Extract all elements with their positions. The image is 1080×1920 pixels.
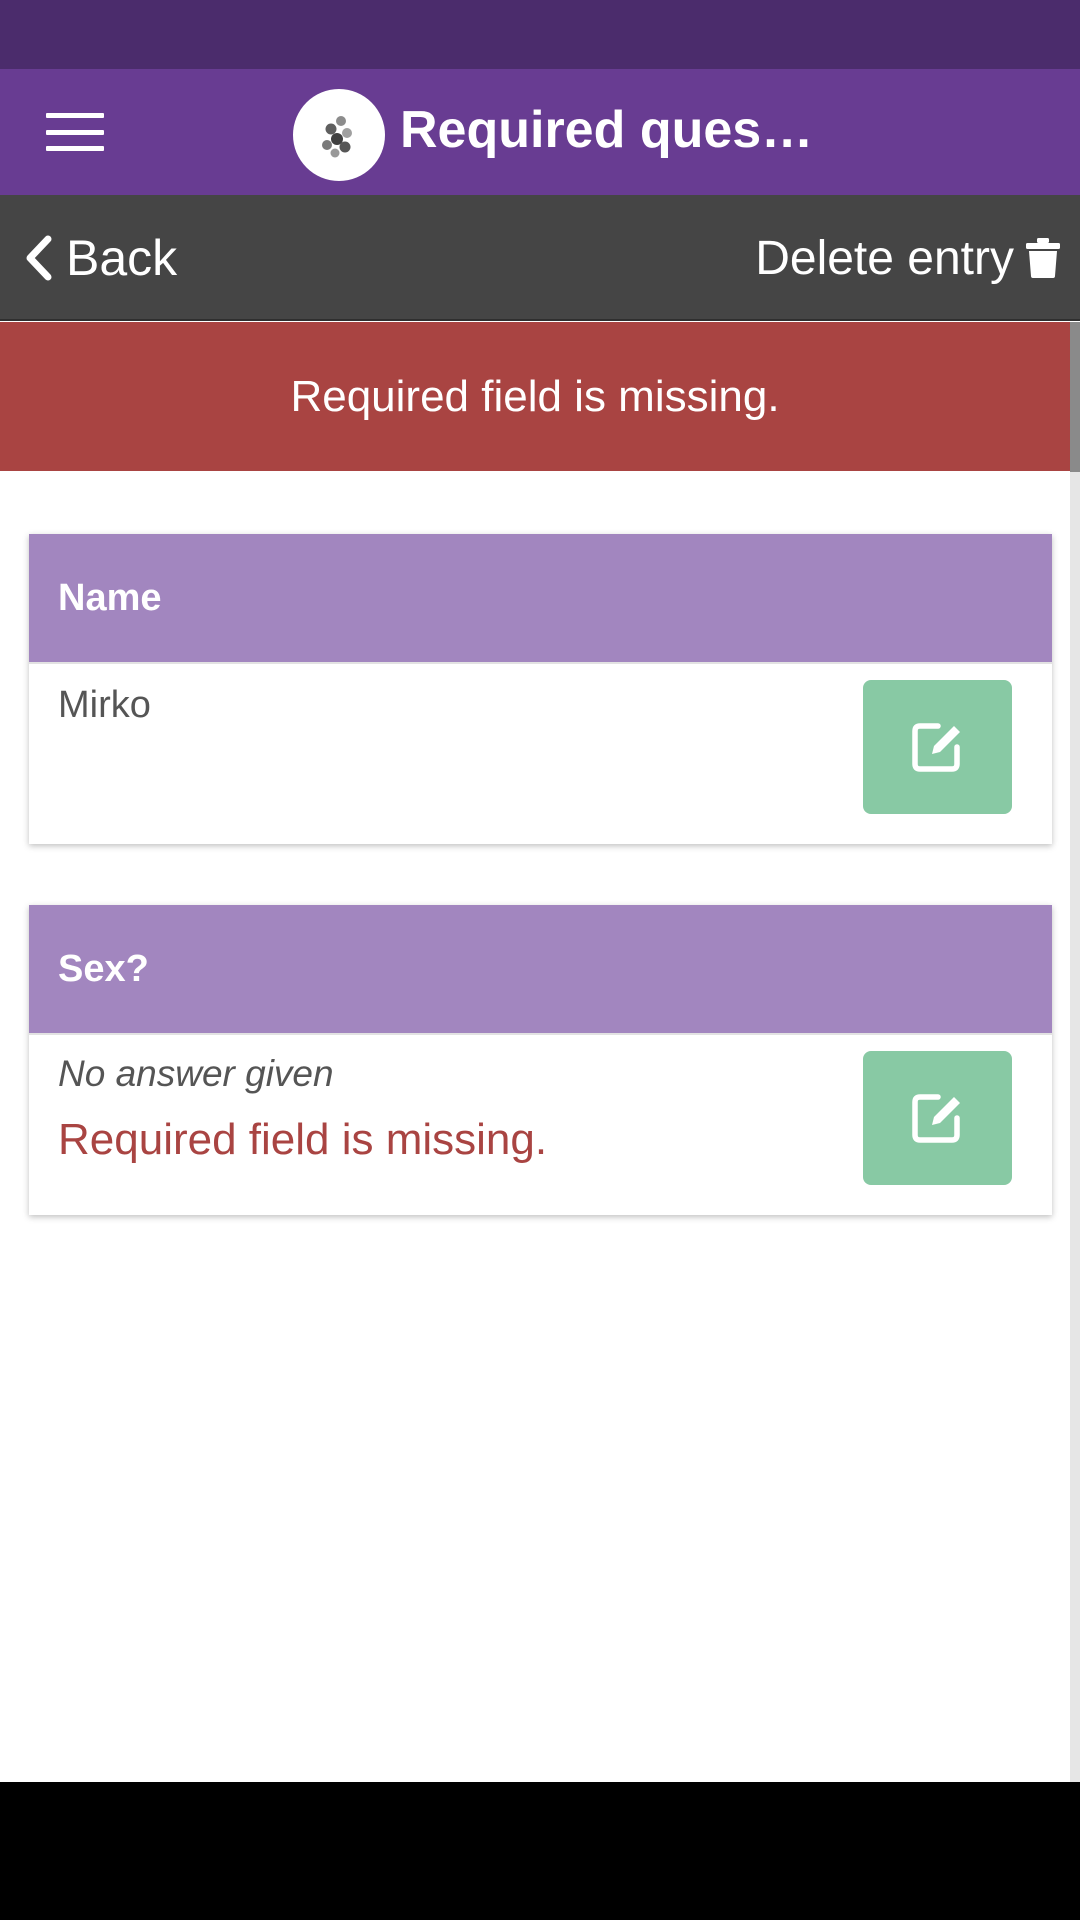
nav-bar: Back Delete entry <box>0 195 1080 321</box>
no-answer-text: No answer given <box>58 1053 334 1094</box>
hamburger-menu-icon[interactable] <box>40 105 110 159</box>
question-body: No answer given Required field is missin… <box>29 1035 1052 1215</box>
status-bar <box>0 0 1080 69</box>
scrollbar[interactable] <box>1070 322 1080 1782</box>
edit-button[interactable] <box>863 1051 1012 1185</box>
field-error-message: Required field is missing. <box>58 1115 548 1164</box>
menu-line <box>46 129 104 135</box>
app-bar: Required ques… <box>0 69 1080 195</box>
edit-icon <box>911 723 960 772</box>
edit-button[interactable] <box>863 680 1012 814</box>
error-banner-message: Required field is missing. <box>290 371 780 421</box>
error-banner: Required field is missing. <box>0 322 1070 471</box>
question-card-sex: Sex? No answer given Required field is m… <box>29 905 1052 1215</box>
app-title: Required ques… <box>400 101 814 159</box>
question-label: Name <box>29 534 1052 664</box>
question-body: Mirko <box>29 664 1052 844</box>
chevron-left-icon <box>26 235 52 281</box>
menu-line <box>46 113 104 118</box>
edit-icon <box>911 1094 960 1143</box>
menu-line <box>46 146 104 151</box>
answer-value: Mirko <box>58 684 151 726</box>
logo-dots-icon <box>322 116 352 158</box>
question-label: Sex? <box>29 905 1052 1035</box>
delete-label: Delete entry <box>755 231 1014 285</box>
back-label: Back <box>66 230 178 286</box>
back-button[interactable]: Back <box>20 225 177 291</box>
app-logo-icon <box>293 89 385 181</box>
question-card-name: Name Mirko <box>29 534 1052 844</box>
trash-icon <box>1026 238 1060 278</box>
scrollbar-thumb[interactable] <box>1070 322 1080 472</box>
delete-entry-button[interactable]: Delete entry <box>755 225 1060 291</box>
system-navigation-area <box>0 1782 1080 1920</box>
